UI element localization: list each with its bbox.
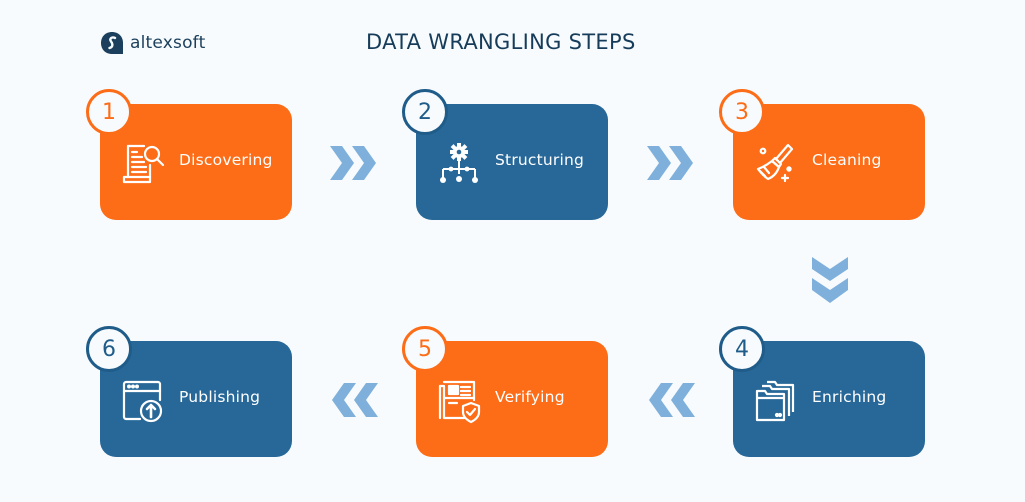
arrow-left-4-to-5 [647, 383, 695, 417]
step-label: Verifying [495, 388, 565, 406]
step-label: Discovering [179, 151, 273, 169]
arrow-right-2-to-3 [647, 146, 695, 180]
step-verifying: 5 Verifying [402, 326, 608, 457]
step-number: 3 [719, 89, 765, 135]
step-label: Cleaning [812, 151, 882, 169]
step-number: 4 [719, 326, 765, 372]
step-label: Enriching [812, 388, 887, 406]
arrow-down-3-to-4 [812, 257, 848, 305]
step-publishing: 6 Publishing [86, 326, 292, 457]
step-label: Structuring [495, 151, 585, 169]
double-chevron-right-icon [330, 146, 376, 180]
double-chevron-left-icon [332, 383, 378, 417]
step-number: 5 [402, 326, 448, 372]
double-chevron-down-icon [812, 257, 848, 303]
step-number: 2 [402, 89, 448, 135]
diagram-title: DATA WRANGLING STEPS [366, 30, 636, 54]
folders-icon [755, 380, 795, 422]
gear-hierarchy-icon [440, 143, 478, 183]
step-enriching: 4 Enriching [719, 326, 925, 457]
altexsoft-logo: altexsoft [100, 31, 205, 55]
step-number: 1 [86, 89, 132, 135]
altexsoft-logo-icon [101, 32, 123, 54]
arrow-right-1-to-2 [330, 146, 378, 180]
document-search-icon [122, 144, 165, 184]
step-label: Publishing [179, 388, 261, 406]
arrow-left-5-to-6 [330, 383, 378, 417]
step-structuring: 2 Structuring [402, 89, 608, 220]
brush-icon [756, 143, 794, 183]
document-shield-icon [438, 380, 481, 424]
brand-name: altexsoft [130, 33, 206, 53]
double-chevron-left-icon [649, 383, 695, 417]
step-cleaning: 3 Cleaning [719, 89, 925, 220]
double-chevron-right-icon [647, 146, 693, 180]
step-number: 6 [86, 326, 132, 372]
step-discovering: 1 Discovering [86, 89, 292, 220]
browser-upload-icon [122, 380, 163, 423]
